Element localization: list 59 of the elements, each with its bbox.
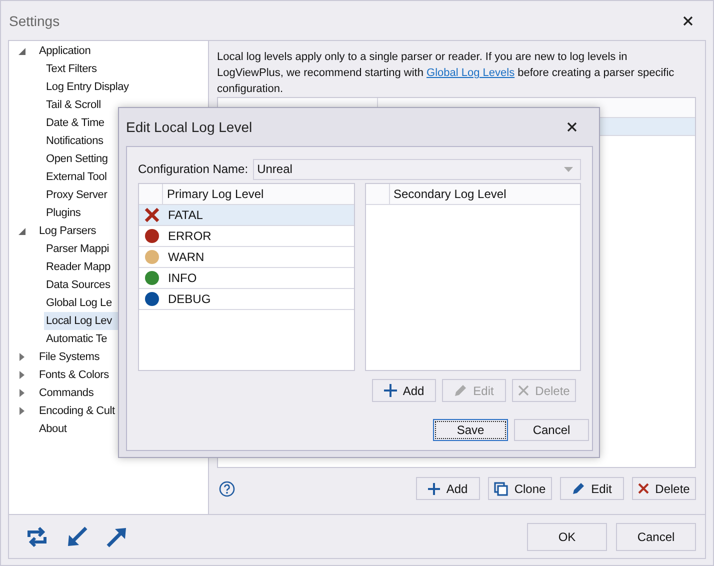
tree-item[interactable]: Commands bbox=[9, 384, 208, 402]
panel-button[interactable]: Add bbox=[416, 477, 480, 500]
dialog-button[interactable]: Cancel bbox=[616, 522, 696, 550]
pencil-icon bbox=[454, 384, 468, 397]
cross-icon bbox=[518, 385, 530, 396]
dialog-button[interactable]: OK bbox=[527, 522, 607, 550]
copy-icon bbox=[494, 482, 508, 496]
configuration-dropdown[interactable]: Unreal bbox=[253, 158, 581, 180]
export-arrow-icon[interactable] bbox=[106, 526, 128, 548]
tree-item[interactable]: Fonts & Colors bbox=[9, 366, 208, 384]
level-name: INFO bbox=[168, 271, 197, 285]
column-header: Primary Log Level bbox=[167, 187, 264, 201]
tree-item[interactable]: Text Filters bbox=[9, 60, 208, 78]
plus-icon bbox=[428, 482, 440, 494]
dialog-button[interactable]: Cancel bbox=[514, 419, 589, 441]
collapse-icon[interactable] bbox=[18, 228, 26, 234]
expand-icon[interactable] bbox=[18, 371, 26, 379]
close-icon[interactable] bbox=[567, 122, 577, 132]
sync-icon[interactable] bbox=[26, 526, 48, 548]
window-title: Settings bbox=[9, 12, 60, 28]
level-name: DEBUG bbox=[168, 292, 211, 306]
level-name: ERROR bbox=[168, 229, 212, 243]
level-name: FATAL bbox=[168, 208, 203, 222]
list-button[interactable]: Add bbox=[372, 379, 436, 402]
list-row[interactable]: FATAL bbox=[139, 205, 354, 226]
tree-item[interactable]: Application bbox=[9, 42, 208, 60]
dialog-title: Edit Local Log Level bbox=[126, 119, 252, 135]
column-header: Secondary Log Level bbox=[394, 187, 506, 201]
expand-icon[interactable] bbox=[18, 353, 26, 361]
status-dot bbox=[144, 228, 160, 244]
tree-item[interactable]: File Systems bbox=[9, 348, 208, 366]
dropdown-caret-icon bbox=[564, 166, 573, 172]
global-log-levels-link[interactable]: Global Log Levels bbox=[426, 67, 515, 79]
default-button[interactable]: Save bbox=[433, 419, 508, 441]
description-text: Local log levels apply only to a single parser or reader. If you are new to log levels in LogViewPlus, we recommend starting with Global Log Levels before creating a parser specific configuration. bbox=[217, 50, 676, 97]
close-icon[interactable] bbox=[683, 16, 693, 26]
list-row[interactable]: DEBUG bbox=[139, 289, 354, 310]
panel-button[interactable]: Delete bbox=[632, 477, 696, 500]
panel-button[interactable]: Clone bbox=[488, 477, 552, 500]
plus-icon bbox=[384, 384, 397, 397]
import-arrow-icon[interactable] bbox=[66, 526, 88, 548]
help-icon[interactable] bbox=[219, 480, 235, 496]
pencil-icon bbox=[572, 482, 586, 495]
list-row[interactable]: ERROR bbox=[139, 226, 354, 247]
status-dot bbox=[144, 291, 160, 307]
cross-icon bbox=[638, 483, 650, 494]
expand-icon[interactable] bbox=[18, 389, 26, 397]
level-name: WARN bbox=[168, 250, 204, 264]
list-row[interactable]: INFO bbox=[139, 268, 354, 289]
field-label: Configuration Name: bbox=[138, 162, 248, 176]
tree-item[interactable]: Log Entry Display bbox=[9, 78, 208, 96]
status-dot bbox=[144, 270, 160, 286]
tree-item[interactable]: Encoding & Cult bbox=[9, 402, 208, 420]
expand-icon[interactable] bbox=[18, 407, 26, 415]
status-dot bbox=[144, 249, 160, 265]
panel-button[interactable]: Edit bbox=[560, 477, 624, 500]
list-row[interactable]: WARN bbox=[139, 247, 354, 268]
collapse-icon[interactable] bbox=[18, 48, 26, 54]
tree-item[interactable]: Tail & Scroll bbox=[9, 96, 208, 114]
